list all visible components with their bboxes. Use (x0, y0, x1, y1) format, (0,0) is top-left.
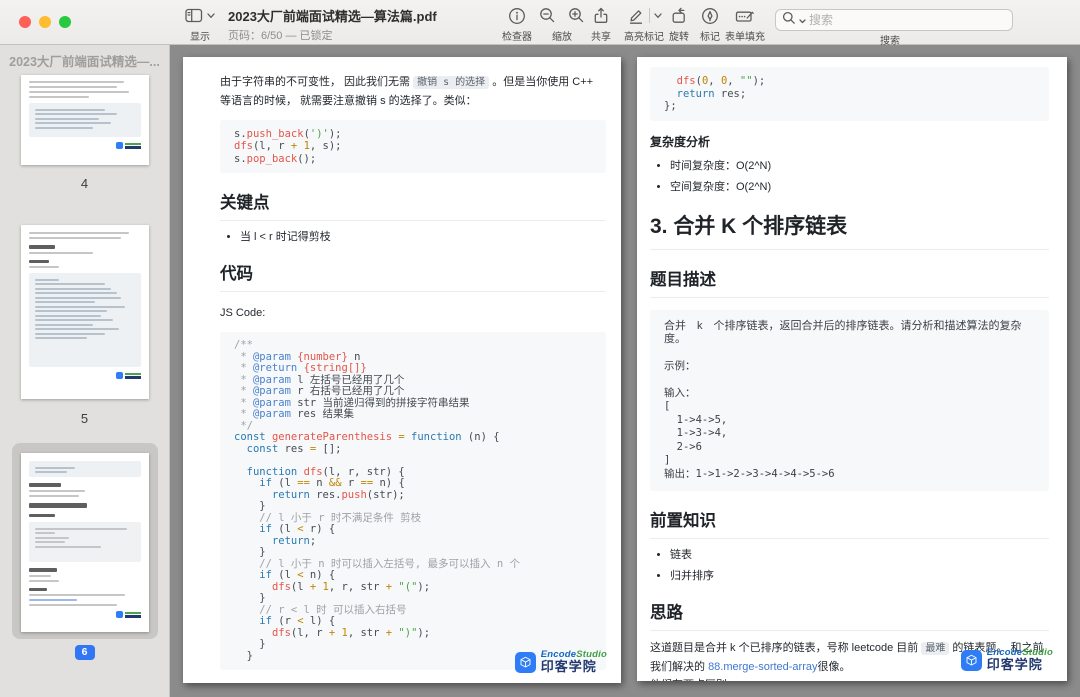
cube-logo-icon (514, 651, 536, 673)
highlight-menu-chevron-icon[interactable] (653, 12, 662, 19)
thumbnail-page-number[interactable]: 5 (0, 411, 169, 426)
list-item: 当 l < r 时记得剪枝 (240, 229, 606, 246)
list-item: 归并排序 (670, 568, 1049, 585)
thumbnail-page-number[interactable]: 4 (0, 176, 169, 191)
search-input[interactable] (775, 9, 1013, 31)
mini-logo (29, 611, 141, 618)
toolbar: 显示 2023大厂前端面试精选—算法篇.pdf 页码：6/50 — 已锁定 检查… (0, 0, 1080, 47)
inline-code: 最难 (921, 642, 950, 656)
thumbnail-sidebar: 2023大厂前端面试精选—... 4 5 6 (0, 45, 170, 697)
selected-page-badge[interactable]: 6 (74, 645, 95, 660)
search-text-field[interactable] (809, 13, 1006, 27)
minimize-window-button[interactable] (39, 16, 51, 28)
heading-prerequisites: 前置知识 (650, 507, 1049, 540)
cube-logo-icon (960, 649, 982, 671)
list-item: 链表 (670, 547, 1049, 564)
example-io-block: 示例： 输入：[ 1->4->5, 1->3->4, 2->6] 输出：1->1-… (664, 359, 835, 480)
list-item: 时间复杂度：O(2^N) (670, 158, 1049, 175)
zoom-buttons[interactable]: 缩放 (539, 6, 585, 43)
document-title: 2023大厂前端面试精选—算法篇.pdf (228, 9, 437, 24)
code-continuation-block: dfs(0, 0, ""); return res;}; (650, 67, 1049, 121)
thumbnail-page-6[interactable] (21, 453, 149, 632)
main-code-block: /** * @param {number} n * @return {strin… (220, 332, 606, 671)
display-label: 显示 (190, 32, 210, 43)
window-controls (19, 16, 71, 28)
chapter-heading: 3. 合并 K 个排序链表 (650, 210, 1049, 250)
keypoints-list: 当 l < r 时记得剪枝 (240, 229, 606, 246)
prerequisites-list: 链表 归并排序 (670, 547, 1049, 585)
highlight-button[interactable]: 高亮标记 (624, 6, 664, 43)
document-title-area: 2023大厂前端面试精选—算法篇.pdf 页码：6/50 — 已锁定 (228, 6, 437, 43)
thumbnail-page-4[interactable] (21, 75, 149, 165)
encodestudio-logo: EncodeStudio 印客学院 (960, 648, 1053, 672)
list-item: 空间复杂度：O(2^N) (670, 179, 1049, 196)
code-snippet-block: s.push_back(')'); dfs(l, r + 1, s); s.pop_… (220, 119, 606, 174)
highlight-pen-icon[interactable] (627, 7, 645, 25)
encodestudio-logo: EncodeStudio 印客学院 (514, 650, 607, 674)
problem-quote-block: 合并 k 个排序链表，返回合并后的排序链表。请分析和描述算法的复杂度。 示例： … (650, 309, 1049, 492)
mini-code-block (29, 103, 141, 137)
divider (648, 8, 650, 23)
sidebar-panel-icon (185, 8, 203, 23)
inspector-button[interactable]: 检查器 (502, 6, 532, 43)
share-icon (592, 6, 610, 25)
chevron-down-icon (207, 12, 215, 19)
zoom-in-icon[interactable] (568, 7, 585, 24)
preview-window: 显示 2023大厂前端面试精选—算法篇.pdf 页码：6/50 — 已锁定 检查… (0, 0, 1080, 697)
mini-code-block (29, 273, 141, 367)
rotate-button[interactable]: 旋转 (669, 6, 689, 43)
form-fill-button[interactable]: 表单填充 (725, 6, 765, 43)
page-status: 页码：6/50 — 已锁定 (228, 30, 333, 42)
search-scope-chevron-icon[interactable] (799, 11, 806, 29)
search-icon (782, 11, 796, 30)
mini-logo (29, 142, 141, 149)
pdf-viewer-canvas[interactable]: 由于字符串的不可变性， 因此我们无需 撤销 s 的选择 。但是当你使用 C++ … (170, 45, 1080, 697)
info-icon (508, 6, 526, 25)
complexity-list: 时间复杂度：O(2^N) 空间复杂度：O(2^N) (670, 158, 1049, 196)
rotate-icon (670, 6, 688, 25)
heading-complexity: 复杂度分析 (650, 134, 711, 149)
merge-sorted-array-link[interactable]: 88.merge-sorted-array (708, 661, 817, 673)
inline-code: 撤销 s 的选择 (413, 76, 490, 89)
markup-pen-icon (701, 6, 719, 25)
js-code-label: JS Code: (220, 307, 266, 320)
markup-button[interactable]: 标记 (700, 6, 720, 43)
mini-code-block (29, 461, 141, 477)
thumbnail-page-5[interactable] (21, 225, 149, 399)
mini-logo (29, 372, 141, 379)
intro-paragraph: 由于字符串的不可变性， 因此我们无需 撤销 s 的选择 。但是当你使用 C++ … (220, 76, 594, 107)
mini-quote-block (29, 522, 141, 562)
heading-problem-description: 题目描述 (650, 266, 1049, 298)
close-window-button[interactable] (19, 16, 31, 28)
sidebar-document-title: 2023大厂前端面试精选—... (9, 55, 160, 69)
share-button[interactable]: 共享 (591, 6, 611, 43)
sidebar-display-button[interactable]: 显示 (185, 6, 215, 43)
pdf-page-right: dfs(0, 0, ""); return res;}; 复杂度分析 时间复杂度… (637, 57, 1067, 681)
search-label: 搜索 (880, 36, 900, 47)
fullscreen-window-button[interactable] (59, 16, 71, 28)
zoom-out-icon[interactable] (539, 7, 556, 24)
section-heading-code: 代码 (220, 260, 606, 293)
pdf-page-left: 由于字符串的不可变性， 因此我们无需 撤销 s 的选择 。但是当你使用 C++ … (183, 57, 621, 683)
section-heading-keypoints: 关键点 (220, 189, 606, 222)
heading-idea: 思路 (650, 599, 1049, 632)
form-fill-icon (735, 6, 755, 25)
